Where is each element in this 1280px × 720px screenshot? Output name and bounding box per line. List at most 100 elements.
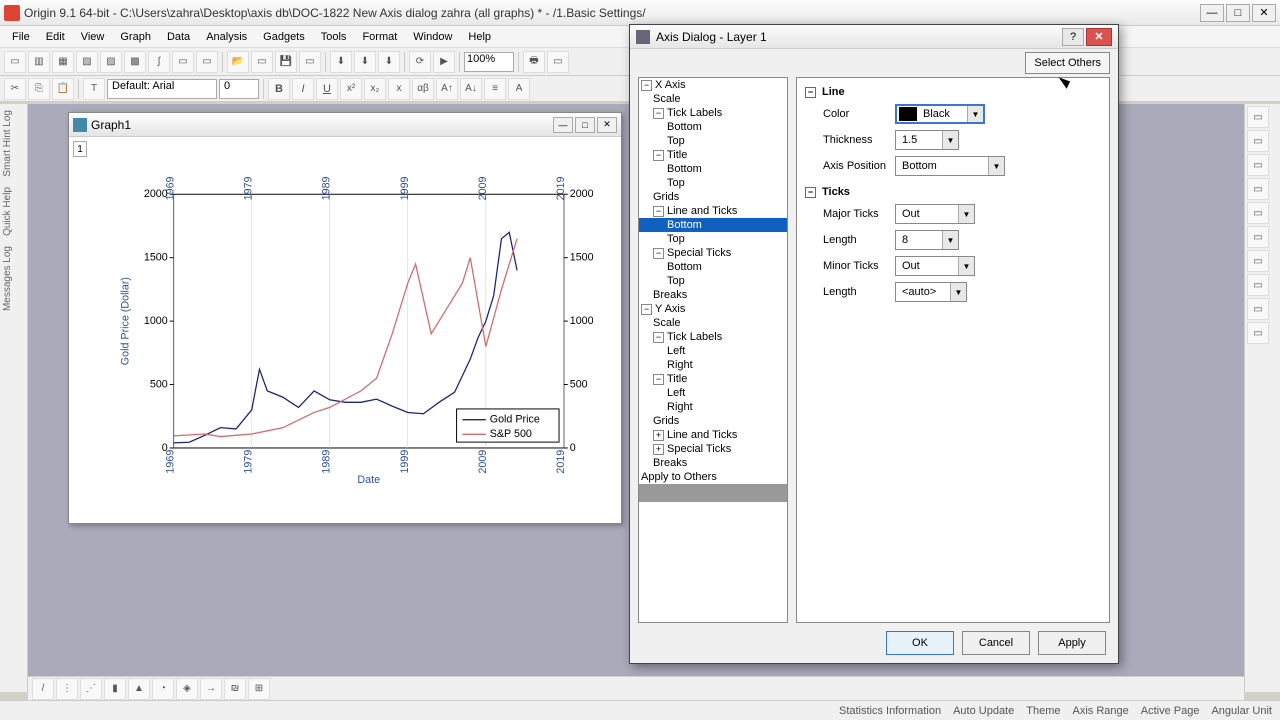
- right-tool-6[interactable]: ▭: [1247, 226, 1269, 248]
- supersubscript-icon[interactable]: x: [388, 78, 410, 100]
- dialog-close-button[interactable]: ✕: [1086, 28, 1112, 46]
- paste-icon[interactable]: 📋: [52, 78, 74, 100]
- right-tool-10[interactable]: ▭: [1247, 322, 1269, 344]
- menu-edit[interactable]: Edit: [38, 29, 73, 45]
- tree-apply-others[interactable]: Apply to Others: [639, 470, 787, 484]
- dialog-help-button[interactable]: ?: [1062, 28, 1084, 46]
- cancel-button[interactable]: Cancel: [962, 631, 1030, 655]
- greek-icon[interactable]: αβ: [412, 78, 434, 100]
- new-project-icon[interactable]: ▭: [4, 51, 26, 73]
- italic-icon[interactable]: I: [292, 78, 314, 100]
- tree-x-breaks[interactable]: Breaks: [639, 288, 787, 302]
- tree-x-special[interactable]: −Special Ticks: [639, 246, 787, 260]
- vector-plot-icon[interactable]: →: [200, 678, 222, 700]
- ok-button[interactable]: OK: [886, 631, 954, 655]
- tree-y-scale[interactable]: Scale: [639, 316, 787, 330]
- subscript-icon[interactable]: x₂: [364, 78, 386, 100]
- tree-x-ticklabels[interactable]: −Tick Labels: [639, 106, 787, 120]
- import-single-icon[interactable]: ⬇: [354, 51, 376, 73]
- apply-button[interactable]: Apply: [1038, 631, 1106, 655]
- tree-y-grids[interactable]: Grids: [639, 414, 787, 428]
- duplicate-icon[interactable]: ▭: [547, 51, 569, 73]
- align-icon[interactable]: ≡: [484, 78, 506, 100]
- axis-position-select[interactable]: Bottom▼: [895, 156, 1005, 176]
- status-active-page[interactable]: Active Page: [1141, 705, 1200, 717]
- select-others-button[interactable]: Select Others: [1025, 52, 1110, 74]
- tree-y-line-ticks[interactable]: +Line and Ticks: [639, 428, 787, 442]
- underline-icon[interactable]: U: [316, 78, 338, 100]
- graph-title-bar[interactable]: Graph1 — □ ✕: [69, 113, 621, 137]
- open-template-icon[interactable]: ▭: [251, 51, 273, 73]
- status-auto-update[interactable]: Auto Update: [953, 705, 1014, 717]
- tree-x-line-top[interactable]: Top: [639, 232, 787, 246]
- right-tool-9[interactable]: ▭: [1247, 298, 1269, 320]
- quick-help-tab[interactable]: Quick Help: [2, 183, 25, 240]
- open-icon[interactable]: 📂: [227, 51, 249, 73]
- tree-x-line-ticks[interactable]: −Line and Ticks: [639, 204, 787, 218]
- bold-icon[interactable]: B: [268, 78, 290, 100]
- tree-y-title[interactable]: −Title: [639, 372, 787, 386]
- menu-gadgets[interactable]: Gadgets: [255, 29, 313, 45]
- new-excel-icon[interactable]: ▧: [76, 51, 98, 73]
- copy-icon[interactable]: ⎘: [28, 78, 50, 100]
- tree-x-special-bottom[interactable]: Bottom: [639, 260, 787, 274]
- line-plot-icon[interactable]: /: [32, 678, 54, 700]
- thickness-select[interactable]: 1.5▼: [895, 130, 959, 150]
- tree-x-scale[interactable]: Scale: [639, 92, 787, 106]
- right-tool-1[interactable]: ▭: [1247, 106, 1269, 128]
- column-plot-icon[interactable]: ▮: [104, 678, 126, 700]
- font-icon[interactable]: T: [83, 78, 105, 100]
- menu-help[interactable]: Help: [460, 29, 499, 45]
- major-ticks-select[interactable]: Out▼: [895, 204, 975, 224]
- close-button[interactable]: ✕: [1252, 4, 1276, 22]
- menu-view[interactable]: View: [73, 29, 113, 45]
- zoom-select[interactable]: 100%: [464, 52, 514, 72]
- smart-hint-tab[interactable]: Smart Hint Log: [2, 106, 25, 181]
- tree-y-breaks[interactable]: Breaks: [639, 456, 787, 470]
- new-matrix-icon[interactable]: ▩: [124, 51, 146, 73]
- right-tool-2[interactable]: ▭: [1247, 130, 1269, 152]
- tree-y-ticklabels[interactable]: −Tick Labels: [639, 330, 787, 344]
- ticks-group-header[interactable]: −Ticks: [805, 186, 1101, 198]
- save-template-icon[interactable]: ▭: [299, 51, 321, 73]
- new-folder-icon[interactable]: ▥: [28, 51, 50, 73]
- area-plot-icon[interactable]: ▲: [128, 678, 150, 700]
- tree-x-grids[interactable]: Grids: [639, 190, 787, 204]
- status-angular-unit[interactable]: Angular Unit: [1211, 705, 1272, 717]
- line-group-header[interactable]: −Line: [805, 86, 1101, 98]
- major-length-select[interactable]: 8▼: [895, 230, 959, 250]
- right-tool-3[interactable]: ▭: [1247, 154, 1269, 176]
- recalc-icon[interactable]: ▶: [433, 51, 455, 73]
- increase-font-icon[interactable]: A↑: [436, 78, 458, 100]
- menu-graph[interactable]: Graph: [112, 29, 159, 45]
- tree-x-title[interactable]: −Title: [639, 148, 787, 162]
- new-graph-icon[interactable]: ▨: [100, 51, 122, 73]
- import-multiple-icon[interactable]: ⬇: [378, 51, 400, 73]
- new-workbook-icon[interactable]: ▦: [52, 51, 74, 73]
- status-axis-range[interactable]: Axis Range: [1072, 705, 1128, 717]
- cut-icon[interactable]: ✂: [4, 78, 26, 100]
- line-scatter-icon[interactable]: ⋰: [80, 678, 102, 700]
- tree-x-title-top[interactable]: Top: [639, 176, 787, 190]
- right-tool-4[interactable]: ▭: [1247, 178, 1269, 200]
- tree-x-ticklabels-top[interactable]: Top: [639, 134, 787, 148]
- tree-y-ticklabels-left[interactable]: Left: [639, 344, 787, 358]
- 3d-plot-icon[interactable]: ◈: [176, 678, 198, 700]
- tree-y-special[interactable]: +Special Ticks: [639, 442, 787, 456]
- tree-y-ticklabels-right[interactable]: Right: [639, 358, 787, 372]
- minor-length-select[interactable]: <auto>▼: [895, 282, 967, 302]
- dialog-title-bar[interactable]: Axis Dialog - Layer 1 ? ✕: [630, 25, 1118, 49]
- print-icon[interactable]: 🖶: [523, 51, 545, 73]
- tree-x-axis[interactable]: −X Axis: [639, 78, 787, 92]
- minimize-button[interactable]: —: [1200, 4, 1224, 22]
- graph-minimize-button[interactable]: —: [553, 117, 573, 133]
- messages-tab[interactable]: Messages Log: [2, 242, 25, 315]
- new-function-icon[interactable]: ∫: [148, 51, 170, 73]
- decrease-font-icon[interactable]: A↓: [460, 78, 482, 100]
- new-layout-icon[interactable]: ▭: [196, 51, 218, 73]
- font-size-select[interactable]: 0: [219, 79, 259, 99]
- graph-maximize-button[interactable]: □: [575, 117, 595, 133]
- font-select[interactable]: Default: Arial: [107, 79, 217, 99]
- menu-file[interactable]: File: [4, 29, 38, 45]
- batch-icon[interactable]: ⟳: [409, 51, 431, 73]
